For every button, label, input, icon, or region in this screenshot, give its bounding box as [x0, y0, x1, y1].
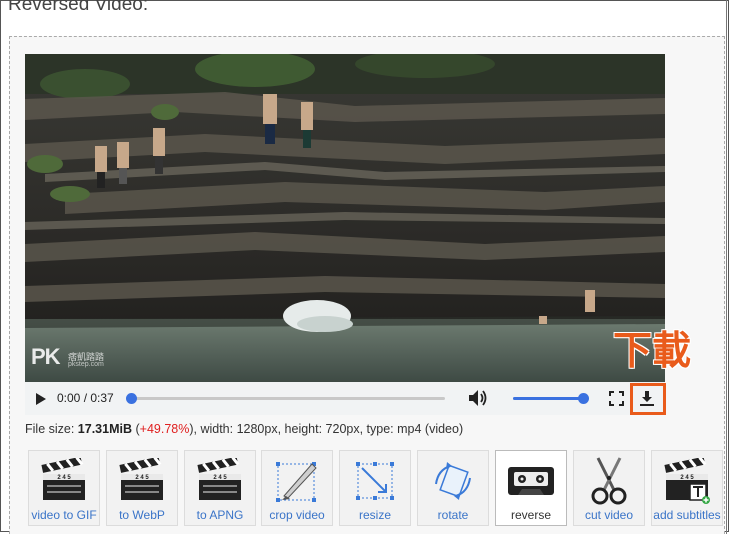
file-size: 17.31MiB	[77, 422, 132, 436]
clapper-digits: 2 4 5	[213, 475, 227, 481]
tool-label: rotate	[437, 508, 469, 522]
fullscreen-icon	[608, 391, 624, 406]
tool-label: video to GIF	[31, 508, 97, 522]
tool-add-subtitles[interactable]: 2 4 5 add subtitles	[651, 450, 723, 526]
tool-cut-video[interactable]: cut video	[573, 450, 645, 526]
tool-label: reverse	[510, 508, 551, 522]
seek-thumb[interactable]	[126, 393, 137, 404]
tool-label: add subtitles	[653, 508, 721, 522]
download-callout: 下載	[613, 330, 692, 373]
tool-rotate[interactable]: rotate	[417, 450, 489, 526]
play-icon	[36, 392, 46, 405]
volume-level	[513, 397, 583, 400]
download-highlight-box	[630, 383, 666, 415]
rotate-icon	[435, 462, 471, 500]
tool-label: to WebP	[119, 508, 165, 522]
file-info-details: ), width: 1280px, height: 720px, type: m…	[189, 422, 464, 436]
crop-icon	[276, 462, 317, 502]
file-info-open: (	[132, 422, 140, 436]
clapper-digits: 2 4 5	[680, 475, 694, 481]
size-change-percent: +49.78%	[139, 422, 190, 436]
fullscreen-button[interactable]	[607, 390, 625, 407]
tool-resize[interactable]: resize	[339, 450, 411, 526]
clapperboard-icon: 2 4 5	[119, 458, 163, 500]
time-display: 0:00 / 0:37	[57, 391, 114, 405]
tool-bar: 2 4 5 video to GIF 2 4 5 to WebP 2 4 5 t…	[28, 450, 728, 530]
tool-label: resize	[358, 508, 391, 522]
tool-to-apng[interactable]: 2 4 5 to APNG	[184, 450, 256, 526]
tool-label: cut video	[584, 508, 634, 522]
file-info-prefix: File size:	[25, 422, 78, 436]
page-title: Reversed Video:	[8, 0, 149, 15]
clapperboard-icon: 2 4 5	[197, 458, 241, 500]
seek-bar[interactable]	[126, 393, 445, 404]
clapper-digits: 2 4 5	[135, 475, 149, 481]
tool-reverse[interactable]: reverse	[495, 450, 567, 526]
clapper-digits: 2 4 5	[57, 475, 71, 481]
tool-label: crop video	[269, 508, 325, 522]
subtitle-icon: 2 4 5	[664, 458, 710, 504]
volume-button[interactable]	[467, 388, 489, 408]
cassette-icon	[508, 467, 554, 495]
video-still	[25, 54, 665, 382]
resize-icon	[356, 462, 394, 500]
tool-label: to APNG	[196, 508, 244, 522]
video-frame[interactable]	[25, 54, 665, 382]
volume-slider[interactable]	[513, 393, 589, 404]
tool-to-webp[interactable]: 2 4 5 to WebP	[106, 450, 178, 526]
watermark-logo: PK	[31, 344, 61, 369]
clapperboard-icon: 2 4 5	[41, 458, 85, 500]
file-info: File size: 17.31MiB (+49.78%), width: 12…	[25, 422, 463, 436]
video-controls: 0:00 / 0:37	[25, 382, 665, 415]
tool-crop-video[interactable]: crop video	[261, 450, 333, 526]
tool-video-to-gif[interactable]: 2 4 5 video to GIF	[28, 450, 100, 526]
scissors-icon	[591, 457, 627, 505]
volume-icon	[469, 390, 487, 406]
play-button[interactable]	[33, 390, 49, 407]
watermark-url: pkstep.com	[68, 361, 104, 368]
volume-thumb[interactable]	[578, 393, 589, 404]
